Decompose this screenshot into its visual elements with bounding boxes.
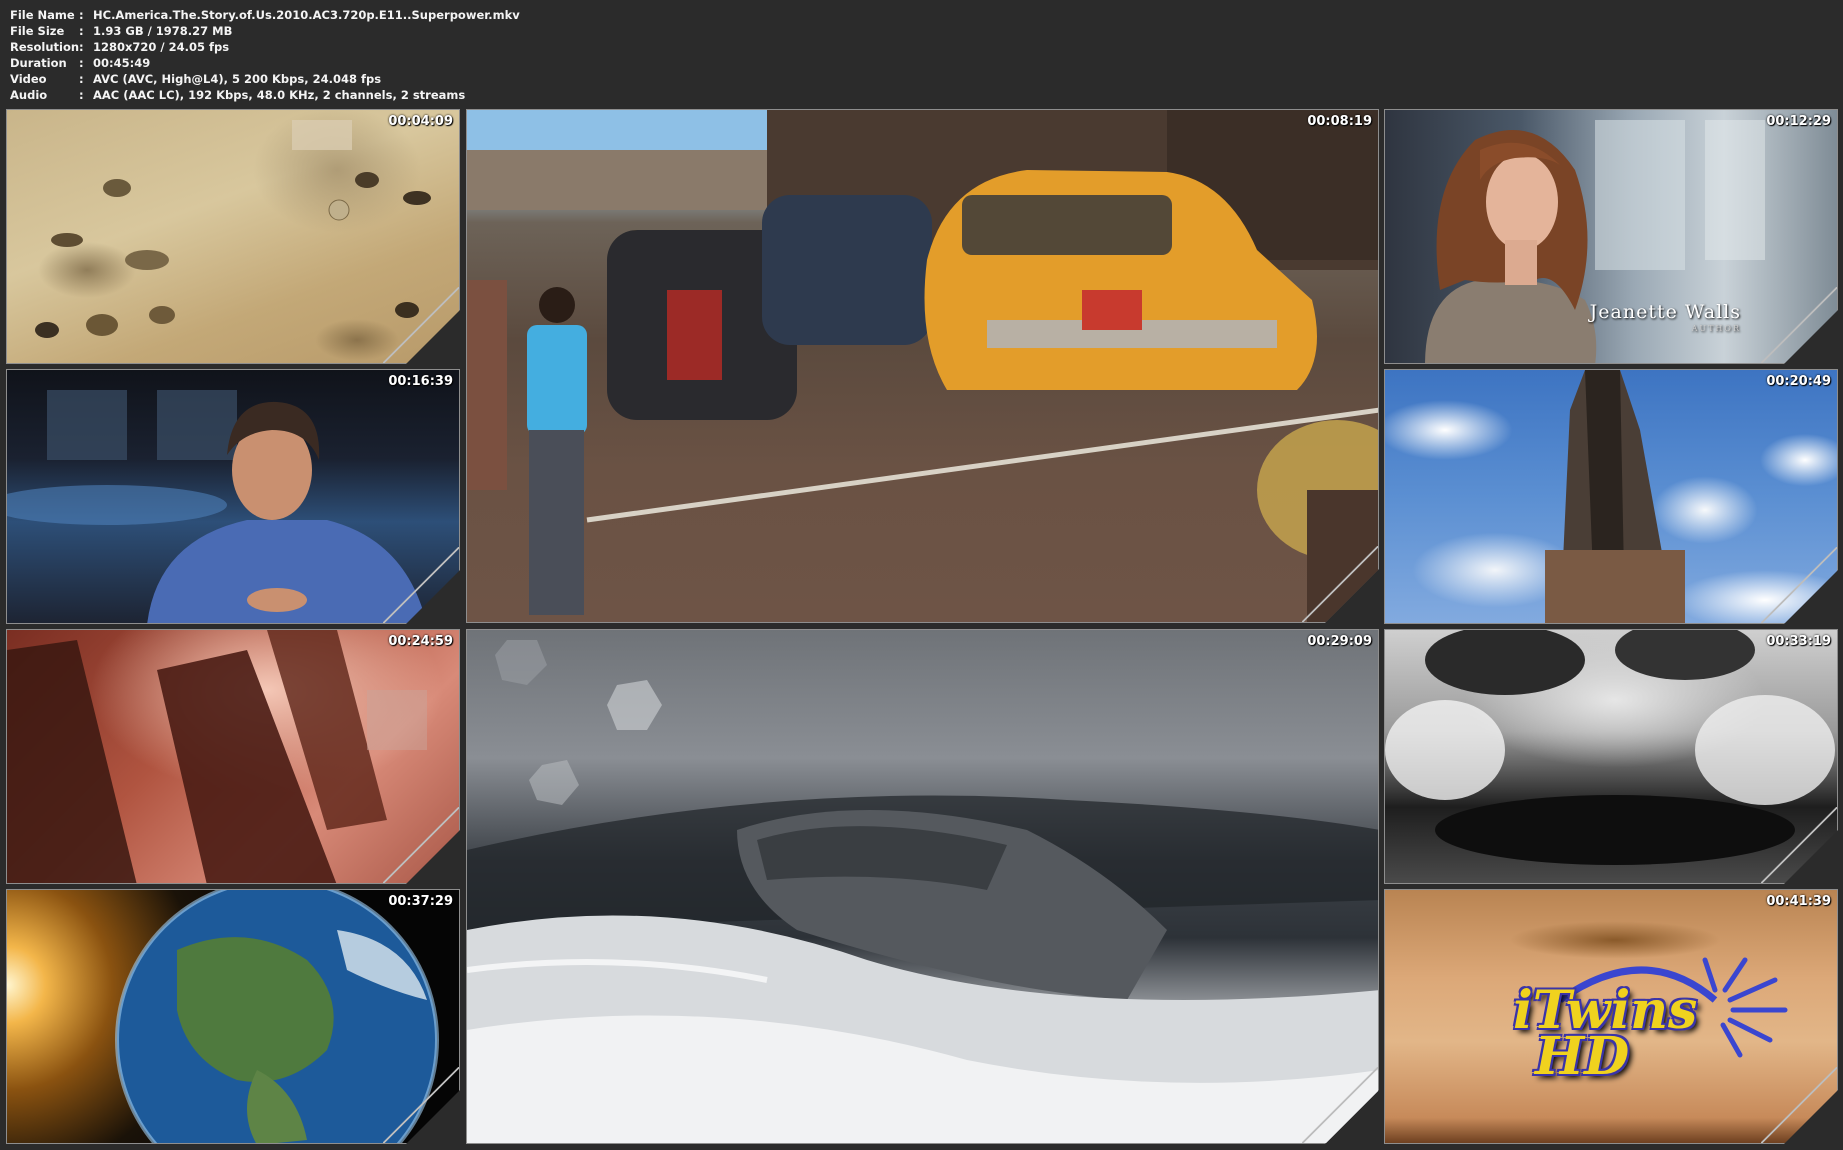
info-key: Video — [10, 72, 47, 86]
timestamp: 00:04:09 — [388, 114, 453, 129]
street-scene-shapes — [467, 110, 1379, 623]
dig-site-figures — [7, 110, 460, 364]
thumbnail-3: Jeanette Walls AUTHOR 00:12:29 — [1384, 109, 1838, 364]
info-key: File Name — [10, 8, 75, 22]
file-info-panel: File Name: HC.America.The.Story.of.Us.201… — [10, 7, 520, 103]
scene-black-white-footage — [1385, 630, 1837, 883]
thumbnail-1: 00:04:09 — [6, 109, 460, 364]
caption-role: AUTHOR — [1691, 324, 1741, 333]
info-value: 1280x720 / 24.05 fps — [93, 40, 230, 54]
scene-boat-storm — [467, 630, 1378, 1143]
info-key: Duration — [10, 56, 67, 70]
thumbnail-10: iTwins HD 00:41:39 — [1384, 889, 1838, 1144]
scene-street-taxis — [467, 110, 1378, 622]
info-key: File Size — [10, 24, 65, 38]
info-value: HC.America.The.Story.of.Us.2010.AC3.720p… — [93, 8, 520, 22]
info-separator: : — [79, 40, 84, 54]
timestamp: 00:20:49 — [1766, 374, 1831, 389]
info-row-duration: Duration:00:45:49 — [10, 55, 520, 71]
timestamp: 00:37:29 — [388, 894, 453, 909]
timestamp: 00:29:09 — [1307, 634, 1372, 649]
thumbnail-6: 00:24:59 — [6, 629, 460, 884]
structure-shapes — [7, 630, 460, 884]
info-row-resolution: Resolution:1280x720 / 24.05 fps — [10, 39, 520, 55]
thumbnail-8: 00:33:19 — [1384, 629, 1838, 884]
timestamp: 00:24:59 — [388, 634, 453, 649]
info-separator: : — [79, 72, 84, 86]
man-silhouette — [7, 370, 460, 624]
info-value: AAC (AAC LC), 192 Kbps, 48.0 KHz, 2 chan… — [93, 88, 466, 102]
info-separator: : — [79, 24, 84, 38]
timestamp: 00:08:19 — [1307, 114, 1372, 129]
scene-earth-sunrise — [7, 890, 459, 1143]
info-value: 1.93 GB / 1978.27 MB — [93, 24, 233, 38]
info-separator: : — [79, 56, 84, 70]
info-key: Resolution — [10, 40, 80, 54]
scene-aerial-dig-site — [7, 110, 459, 363]
bw-shapes — [1385, 630, 1838, 884]
scene-skyscraper-sky — [1385, 370, 1837, 623]
logo-text-hd: HD — [1535, 1026, 1630, 1087]
skyscraper-shape — [1385, 370, 1838, 624]
thumbnail-7: 00:29:09 — [466, 629, 1379, 1144]
info-value: 00:45:49 — [93, 56, 151, 70]
info-row-file-size: File Size:1.93 GB / 1978.27 MB — [10, 23, 520, 39]
thumbnail-4: 00:16:39 — [6, 369, 460, 624]
info-value: AVC (AVC, High@L4), 5 200 Kbps, 24.048 f… — [93, 72, 382, 86]
lower-third-caption: Jeanette Walls AUTHOR — [1590, 301, 1741, 333]
timestamp: 00:41:39 — [1766, 894, 1831, 909]
info-row-video: Video: AVC (AVC, High@L4), 5 200 Kbps, 24… — [10, 71, 520, 87]
storm-boat-shapes — [467, 630, 1379, 1144]
scene-explosion-structure — [7, 630, 459, 883]
timestamp: 00:12:29 — [1766, 114, 1831, 129]
timestamp: 00:16:39 — [388, 374, 453, 389]
thumbnail-2: 00:08:19 — [466, 109, 1379, 623]
thumbnail-5: 00:20:49 — [1384, 369, 1838, 624]
info-key: Audio — [10, 88, 48, 102]
info-separator: : — [79, 88, 84, 102]
info-row-file-name: File Name: HC.America.The.Story.of.Us.201… — [10, 7, 520, 23]
info-row-audio: Audio: AAC (AAC LC), 192 Kbps, 48.0 KHz, … — [10, 87, 520, 103]
thumbnail-9: 00:37:29 — [6, 889, 460, 1144]
caption-name: Jeanette Walls — [1589, 301, 1741, 323]
scene-logo-card: iTwins HD — [1385, 890, 1837, 1143]
earth-shape — [7, 890, 460, 1144]
scene-interview-man — [7, 370, 459, 623]
timestamp: 00:33:19 — [1766, 634, 1831, 649]
info-separator: : — [79, 8, 84, 22]
